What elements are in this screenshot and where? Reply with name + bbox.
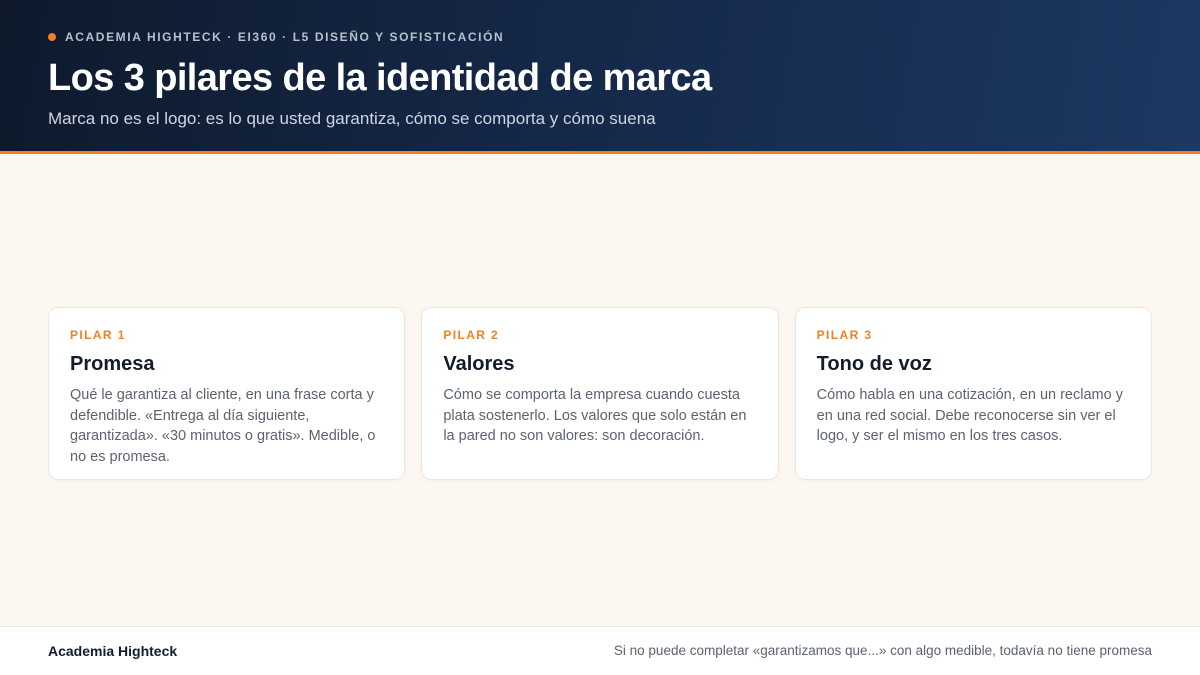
footer: Academia Highteck Si no puede completar … bbox=[0, 626, 1200, 675]
pillar-title: Tono de voz bbox=[816, 353, 932, 375]
footer-note: Si no puede completar «garantizamos que.… bbox=[613, 643, 1152, 658]
eyebrow-text: ACADEMIA HIGHTECK · EI360 · L5 DISEÑO Y … bbox=[65, 30, 505, 44]
page-subtitle: Marca no es el logo: es lo que usted gar… bbox=[48, 109, 656, 128]
pillar-card-valores: PILAR 2 Valores Cómo se comporta la empr… bbox=[421, 307, 779, 480]
orange-dot-icon bbox=[48, 33, 56, 41]
pillar-kicker: PILAR 3 bbox=[816, 328, 873, 342]
pillar-card-tono-de-voz: PILAR 3 Tono de voz Cómo habla en una co… bbox=[794, 307, 1152, 480]
page-title: Los 3 pilares de la identidad de marca bbox=[48, 57, 712, 99]
header-banner: ACADEMIA HIGHTECK · EI360 · L5 DISEÑO Y … bbox=[0, 0, 1200, 151]
pillar-kicker: PILAR 2 bbox=[443, 328, 500, 342]
pillar-title: Promesa bbox=[70, 353, 155, 375]
pillar-kicker: PILAR 1 bbox=[70, 328, 126, 342]
pillar-card-promesa: PILAR 1 Promesa Qué le garantiza al clie… bbox=[48, 307, 406, 480]
header-accent-line bbox=[0, 151, 1200, 154]
pillar-body: Qué le garantiza al cliente, en una fras… bbox=[70, 387, 376, 465]
pillar-title: Valores bbox=[443, 353, 515, 375]
pillar-cards: PILAR 1 Promesa Qué le garantiza al clie… bbox=[48, 307, 1152, 480]
pillar-body: Cómo habla en una cotización, en un recl… bbox=[816, 387, 1123, 444]
slide: ACADEMIA HIGHTECK · EI360 · L5 DISEÑO Y … bbox=[0, 0, 1200, 675]
pillar-body: Cómo se comporta la empresa cuando cuest… bbox=[443, 387, 747, 444]
eyebrow: ACADEMIA HIGHTECK · EI360 · L5 DISEÑO Y … bbox=[48, 30, 504, 44]
footer-brand: Academia Highteck bbox=[48, 643, 178, 659]
